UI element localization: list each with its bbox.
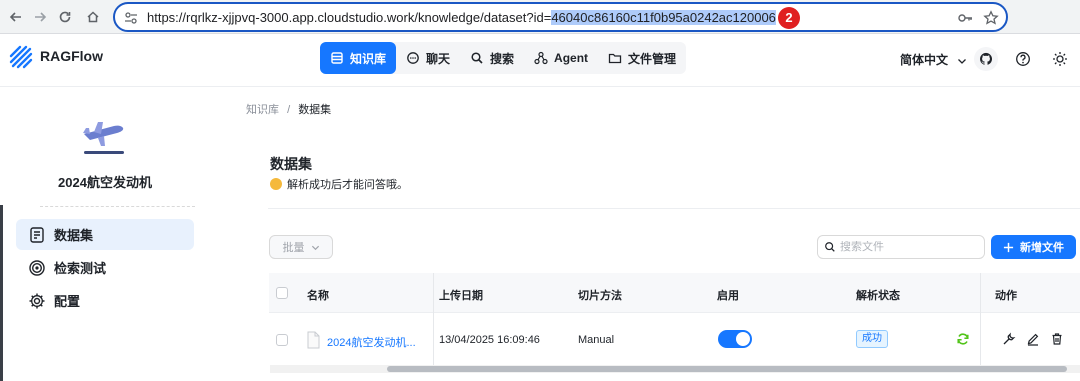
- column-header-upload-date[interactable]: 上传日期: [439, 287, 483, 303]
- nav-knowledge-base[interactable]: 知识库: [320, 42, 397, 74]
- chevron-down-icon: [958, 58, 967, 64]
- app-header: RAGFlow 知识库 聊天 搜索 Agent 文件管理 简体中文: [0, 34, 1080, 87]
- knowledge-base-name: 2024航空发动机: [58, 175, 152, 190]
- folder-icon: [608, 53, 622, 64]
- url-text: https://rqrlkz-xjjpvq-3000.app.cloudstud…: [147, 10, 776, 25]
- breadcrumb: 知识库 / 数据集: [246, 104, 332, 116]
- file-icon: [307, 331, 320, 349]
- file-search-input[interactable]: [840, 241, 980, 253]
- sidebar-item-dataset[interactable]: 数据集: [16, 219, 194, 250]
- row-checkbox[interactable]: [276, 334, 288, 346]
- home-icon[interactable]: [83, 7, 103, 27]
- address-bar[interactable]: https://rqrlkz-xjjpvq-3000.app.cloudstud…: [113, 2, 1008, 32]
- chat-icon: [407, 52, 419, 64]
- trash-icon[interactable]: [1050, 332, 1064, 346]
- column-header-enabled[interactable]: 启用: [717, 287, 739, 303]
- add-file-button[interactable]: 新增文件: [991, 235, 1076, 259]
- column-header-parse-status[interactable]: 解析状态: [856, 287, 900, 303]
- browser-toolbar: https://rqrlkz-xjjpvq-3000.app.cloudstud…: [0, 0, 1080, 34]
- theme-sun-icon[interactable]: [1048, 47, 1072, 71]
- nav-search[interactable]: 搜索: [460, 42, 524, 74]
- brand-name: RAGFlow: [40, 48, 103, 64]
- upload-date: 13/04/2025 16:09:46: [439, 334, 540, 346]
- back-icon[interactable]: [6, 7, 26, 27]
- file-name-link[interactable]: 2024航空发动机...: [327, 334, 416, 350]
- page-subtitle: 解析成功后才能问答哦。: [270, 176, 408, 192]
- github-icon[interactable]: [974, 47, 998, 71]
- forward-icon[interactable]: [30, 7, 50, 27]
- smile-emoji-icon: [270, 178, 282, 190]
- page-title: 数据集: [270, 156, 312, 172]
- main-nav: 知识库 聊天 搜索 Agent 文件管理: [320, 42, 687, 74]
- nav-file-management[interactable]: 文件管理: [598, 42, 686, 74]
- column-header-actions: 动作: [995, 290, 1017, 302]
- help-icon[interactable]: [1011, 47, 1035, 71]
- database-icon: [331, 52, 343, 64]
- breadcrumb-parent[interactable]: 知识库: [246, 104, 279, 116]
- language-selector[interactable]: 简体中文: [900, 51, 967, 68]
- document-icon: [30, 226, 44, 243]
- reload-icon[interactable]: [55, 7, 75, 27]
- enable-toggle[interactable]: [718, 330, 752, 348]
- ragflow-logo-icon: [9, 45, 33, 69]
- bookmark-star-icon[interactable]: [983, 10, 999, 26]
- scrollbar-thumb[interactable]: [387, 366, 1067, 372]
- column-header-name[interactable]: 名称: [307, 287, 329, 303]
- sidebar: 2024航空发动机 数据集 检索测试 配置: [0, 88, 200, 381]
- content-divider: [268, 208, 1080, 209]
- column-header-chunk-method[interactable]: 切片方法: [578, 287, 622, 303]
- search-icon: [471, 52, 483, 64]
- sidebar-divider: [40, 206, 195, 207]
- toggle-knob: [736, 332, 750, 346]
- breadcrumb-current: 数据集: [298, 104, 332, 116]
- parse-status-badge: 成功: [856, 330, 888, 348]
- file-search-field[interactable]: [817, 235, 985, 259]
- annotation-badge: 2: [778, 7, 800, 29]
- gear-icon: [29, 293, 45, 308]
- chevron-down-icon: [311, 245, 319, 250]
- refresh-icon[interactable]: [956, 332, 970, 346]
- airplane-icon: [83, 122, 124, 154]
- site-settings-icon[interactable]: [123, 10, 139, 26]
- chunk-method: Manual: [578, 334, 615, 346]
- wrench-icon[interactable]: [1002, 332, 1016, 346]
- bulk-actions-button[interactable]: 批量: [269, 235, 333, 259]
- key-icon[interactable]: [957, 10, 973, 26]
- search-icon: [825, 242, 835, 252]
- plus-icon: [1003, 242, 1014, 252]
- nav-chat[interactable]: 聊天: [396, 42, 460, 74]
- table-row[interactable]: 2024航空发动机... 13/04/2025 16:09:46 Manual …: [269, 317, 1080, 367]
- table-header: 名称 上传日期 切片方法 启用 解析状态 动作: [269, 273, 1080, 313]
- edit-icon[interactable]: [1026, 332, 1040, 346]
- target-icon: [29, 259, 45, 276]
- window-edge: [0, 205, 3, 381]
- horizontal-scrollbar[interactable]: [270, 365, 1080, 373]
- select-all-checkbox[interactable]: [276, 287, 288, 299]
- sidebar-item-retrieval-test[interactable]: 检索测试: [16, 252, 194, 283]
- agent-icon: [534, 51, 548, 65]
- nav-agent[interactable]: Agent: [524, 42, 598, 74]
- sidebar-item-config[interactable]: 配置: [16, 285, 194, 316]
